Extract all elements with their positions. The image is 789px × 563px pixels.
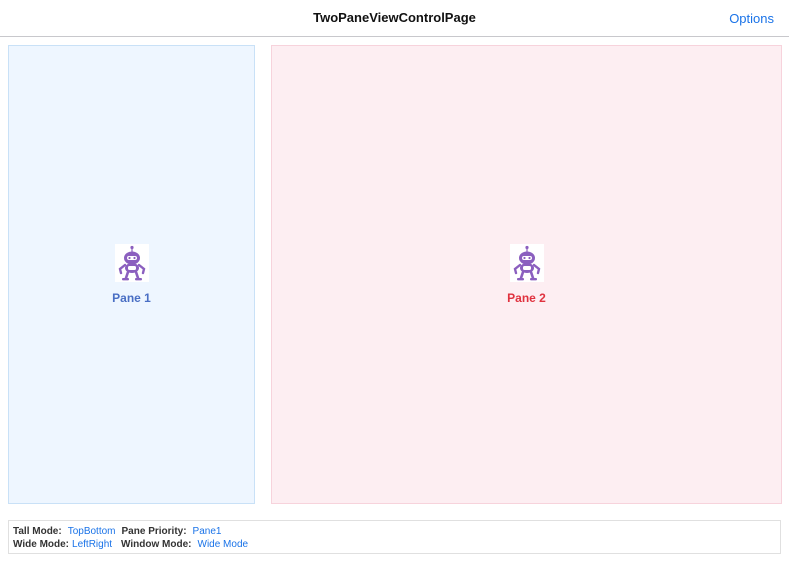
tall-mode-value: TopBottom [67,526,116,537]
window-mode-label: Window Mode: [121,539,192,550]
pane-2-content: Pane 2 [272,244,781,305]
navigation-bar: TwoPaneViewControlPage Options [0,0,789,37]
wide-mode-value: LeftRight [72,539,113,550]
page-title: TwoPaneViewControlPage [313,10,476,25]
pane-1-content: Pane 1 [9,244,254,305]
wide-mode-label: Wide Mode: [13,539,70,550]
tall-mode-label: Tall Mode: [13,526,62,537]
window-mode-value: Wide Mode [197,539,249,550]
options-button[interactable]: Options [729,11,774,26]
dotnet-bot-icon [509,244,544,282]
pane-priority-label: Pane Priority: [121,526,187,537]
status-panel: Tall Mode: TopBottom Pane Priority: Pane1 W… [8,520,781,554]
dotnet-bot-icon [114,244,149,282]
pane-1: Pane 1 [8,45,255,504]
status-row-1: Tall Mode: TopBottom Pane Priority: Pane1 [13,526,221,537]
pane-2: Pane 2 [271,45,782,504]
pane-priority-value: Pane1 [192,526,222,537]
app-window: TwoPaneViewControlPage Options Pane 1 Pa… [0,0,789,563]
pane-2-label: Pane 2 [507,291,546,305]
status-row-2: Wide Mode: LeftRight Window Mode: Wide Mode [13,539,248,550]
pane-1-label: Pane 1 [112,291,151,305]
